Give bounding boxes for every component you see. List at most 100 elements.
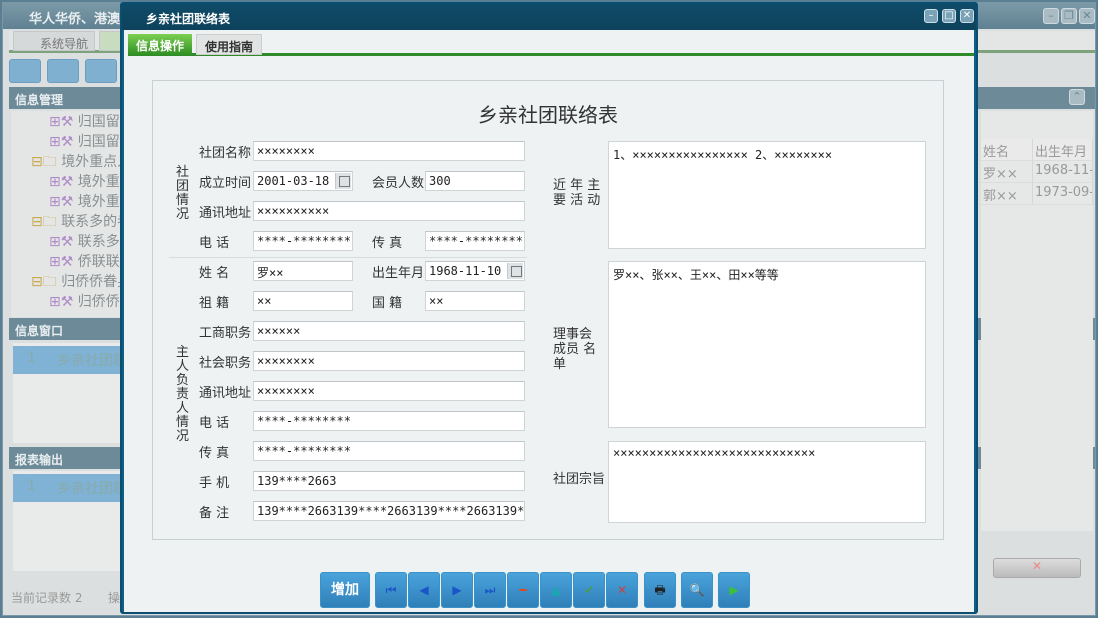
minimize-button[interactable]: – xyxy=(924,9,938,23)
list-item[interactable]: 1 乡亲社团联 xyxy=(13,474,128,502)
panel-title: 信息管理 xyxy=(15,93,64,107)
column-header[interactable]: 出生年月 xyxy=(1033,139,1093,161)
phone-input[interactable]: ****-******** xyxy=(253,411,525,431)
panel-title: 报表输出 xyxy=(15,453,64,467)
tool-icon: ⊞⚒ xyxy=(49,134,74,150)
members-input[interactable]: 300 xyxy=(425,171,525,191)
field-label: 传 真 xyxy=(372,236,403,251)
panel-title: 信息窗口 xyxy=(15,324,64,338)
minimize-button[interactable]: – xyxy=(1043,8,1059,24)
field-label: 祖 籍 xyxy=(199,296,230,311)
collapse-button[interactable]: ⌃ xyxy=(1069,89,1085,105)
tool-icon: ⊞⚒ xyxy=(49,114,74,130)
calendar-icon[interactable] xyxy=(335,173,351,189)
delete-button[interactable]: ✕ xyxy=(993,558,1081,578)
input-value: ****-******** xyxy=(257,414,351,428)
input-value: 2001-03-18 xyxy=(257,174,330,188)
group-label: 主人负责人情况 xyxy=(176,345,190,444)
field-label: 社会职务 xyxy=(199,356,252,371)
prev-record-button[interactable]: ◀ xyxy=(408,572,440,608)
section-divider xyxy=(169,257,527,258)
tab-user-guide[interactable]: 使用指南 xyxy=(196,34,263,55)
table-cell[interactable]: 郭×× xyxy=(981,183,1033,205)
tab-system-nav[interactable]: 系统导航 xyxy=(13,31,95,51)
data-table: 姓名 出生年月 罗×× 1968-11- 郭×× 1973-09- xyxy=(981,111,1093,531)
input-value: ****-******** xyxy=(257,444,351,458)
edit-record-button[interactable]: ▲ xyxy=(540,572,572,608)
tab-info-operation[interactable]: 信息操作 xyxy=(128,34,193,55)
field-label: 手 机 xyxy=(199,476,230,491)
note-input[interactable]: 139****2663139****2663139****2663139****… xyxy=(253,501,525,521)
input-value: 139****2663 xyxy=(257,474,337,488)
print-button[interactable]: 🖶 xyxy=(644,572,676,608)
maximize-button[interactable]: □ xyxy=(942,9,956,23)
social-post-input[interactable]: ×××××××× xyxy=(253,351,525,371)
run-icon: ▶ xyxy=(729,583,739,597)
list-item[interactable]: 1 乡亲社团联 xyxy=(13,346,128,374)
row-number: 1 xyxy=(27,350,36,366)
table-cell[interactable]: 罗×× xyxy=(981,161,1033,183)
field-label: 会员人数 xyxy=(372,176,425,191)
next-record-button[interactable]: ▶ xyxy=(441,572,473,608)
name-input[interactable]: 罗×× xyxy=(253,261,353,281)
preview-button[interactable]: 🔍 xyxy=(681,572,713,608)
field-label: 社团名称 xyxy=(199,146,252,161)
close-button[interactable]: ✕ xyxy=(960,9,974,23)
cancel-button[interactable]: ✕ xyxy=(606,572,638,608)
last-record-button[interactable]: ⏭ xyxy=(474,572,506,608)
add-button[interactable]: 增加 xyxy=(320,572,370,608)
folder-icon: ⊟🗀 xyxy=(31,154,57,170)
ancestry-input[interactable]: ×× xyxy=(253,291,353,311)
form-panel: 乡亲社团联络表 社团名称 ×××××××× 成立时间 2001-03-18 会员人数 30… xyxy=(152,80,944,540)
delete-record-button[interactable]: ━ xyxy=(507,572,539,608)
org-fax-input[interactable]: ****-******** xyxy=(425,231,525,251)
org-address-input[interactable]: ×××××××××× xyxy=(253,201,525,221)
activities-textarea[interactable]: 1、×××××××××××××××× 2、×××××××× xyxy=(608,141,926,249)
run-button[interactable]: ▶ xyxy=(718,572,750,608)
input-value: ×× xyxy=(257,294,272,308)
org-phone-input[interactable]: ****-******** xyxy=(253,231,353,251)
mobile-input[interactable]: 139****2663 xyxy=(253,471,525,491)
confirm-button[interactable]: ✔ xyxy=(573,572,605,608)
input-value: 300 xyxy=(429,174,451,188)
tab-label: 系统导航 xyxy=(40,37,89,51)
address-input[interactable]: ×××××××× xyxy=(253,381,525,401)
list-icon[interactable] xyxy=(47,59,79,83)
prev-record-icon: ◀ xyxy=(419,583,429,597)
field-label: 成立时间 xyxy=(199,176,252,191)
confirm-icon: ✔ xyxy=(583,583,595,597)
next-record-icon: ▶ xyxy=(452,583,462,597)
print-icon: 🖶 xyxy=(654,583,666,597)
column-header[interactable]: 姓名 xyxy=(981,139,1033,161)
input-value: ×××××× xyxy=(257,324,301,338)
field-label: 工商职务 xyxy=(199,326,252,341)
search-icon[interactable] xyxy=(9,59,41,83)
field-label: 电 话 xyxy=(199,416,230,431)
field-label: 国 籍 xyxy=(372,296,403,311)
document-icon[interactable] xyxy=(85,59,117,83)
input-value: ×××××××× xyxy=(257,384,315,398)
dialog-tabs: 信息操作 使用指南 xyxy=(128,32,974,56)
org-name-input[interactable]: ×××××××× xyxy=(253,141,525,161)
first-record-button[interactable]: ⏮ xyxy=(375,572,407,608)
fax-input[interactable]: ****-******** xyxy=(253,441,525,461)
input-value: 罗×× xyxy=(257,266,284,280)
field-label: 备 注 xyxy=(199,506,230,521)
close-button[interactable]: ✕ xyxy=(1079,8,1095,24)
group-label: 社团情况 xyxy=(176,165,190,222)
calendar-icon[interactable] xyxy=(507,263,523,279)
restore-button[interactable]: ❐ xyxy=(1061,8,1077,24)
nationality-input[interactable]: ×× xyxy=(425,291,525,311)
table-cell[interactable]: 1968-11- xyxy=(1033,161,1093,183)
dialog-title: 乡亲社团联络表 xyxy=(146,12,231,26)
tool-icon: ⊞⚒ xyxy=(49,254,74,270)
founded-input[interactable]: 2001-03-18 xyxy=(253,171,353,191)
council-textarea[interactable]: 罗××、张××、王××、田××等等 xyxy=(608,261,926,428)
field-label: 理事会成员 名 单 xyxy=(553,327,597,372)
cancel-icon: ✕ xyxy=(616,583,628,597)
purpose-textarea[interactable]: ×××××××××××××××××××××××××××× xyxy=(608,441,926,523)
birth-input[interactable]: 1968-11-10 xyxy=(425,261,525,281)
field-label: 近 年 主 要 活 动 xyxy=(553,178,601,208)
table-cell[interactable]: 1973-09- xyxy=(1033,183,1093,205)
business-post-input[interactable]: ×××××× xyxy=(253,321,525,341)
